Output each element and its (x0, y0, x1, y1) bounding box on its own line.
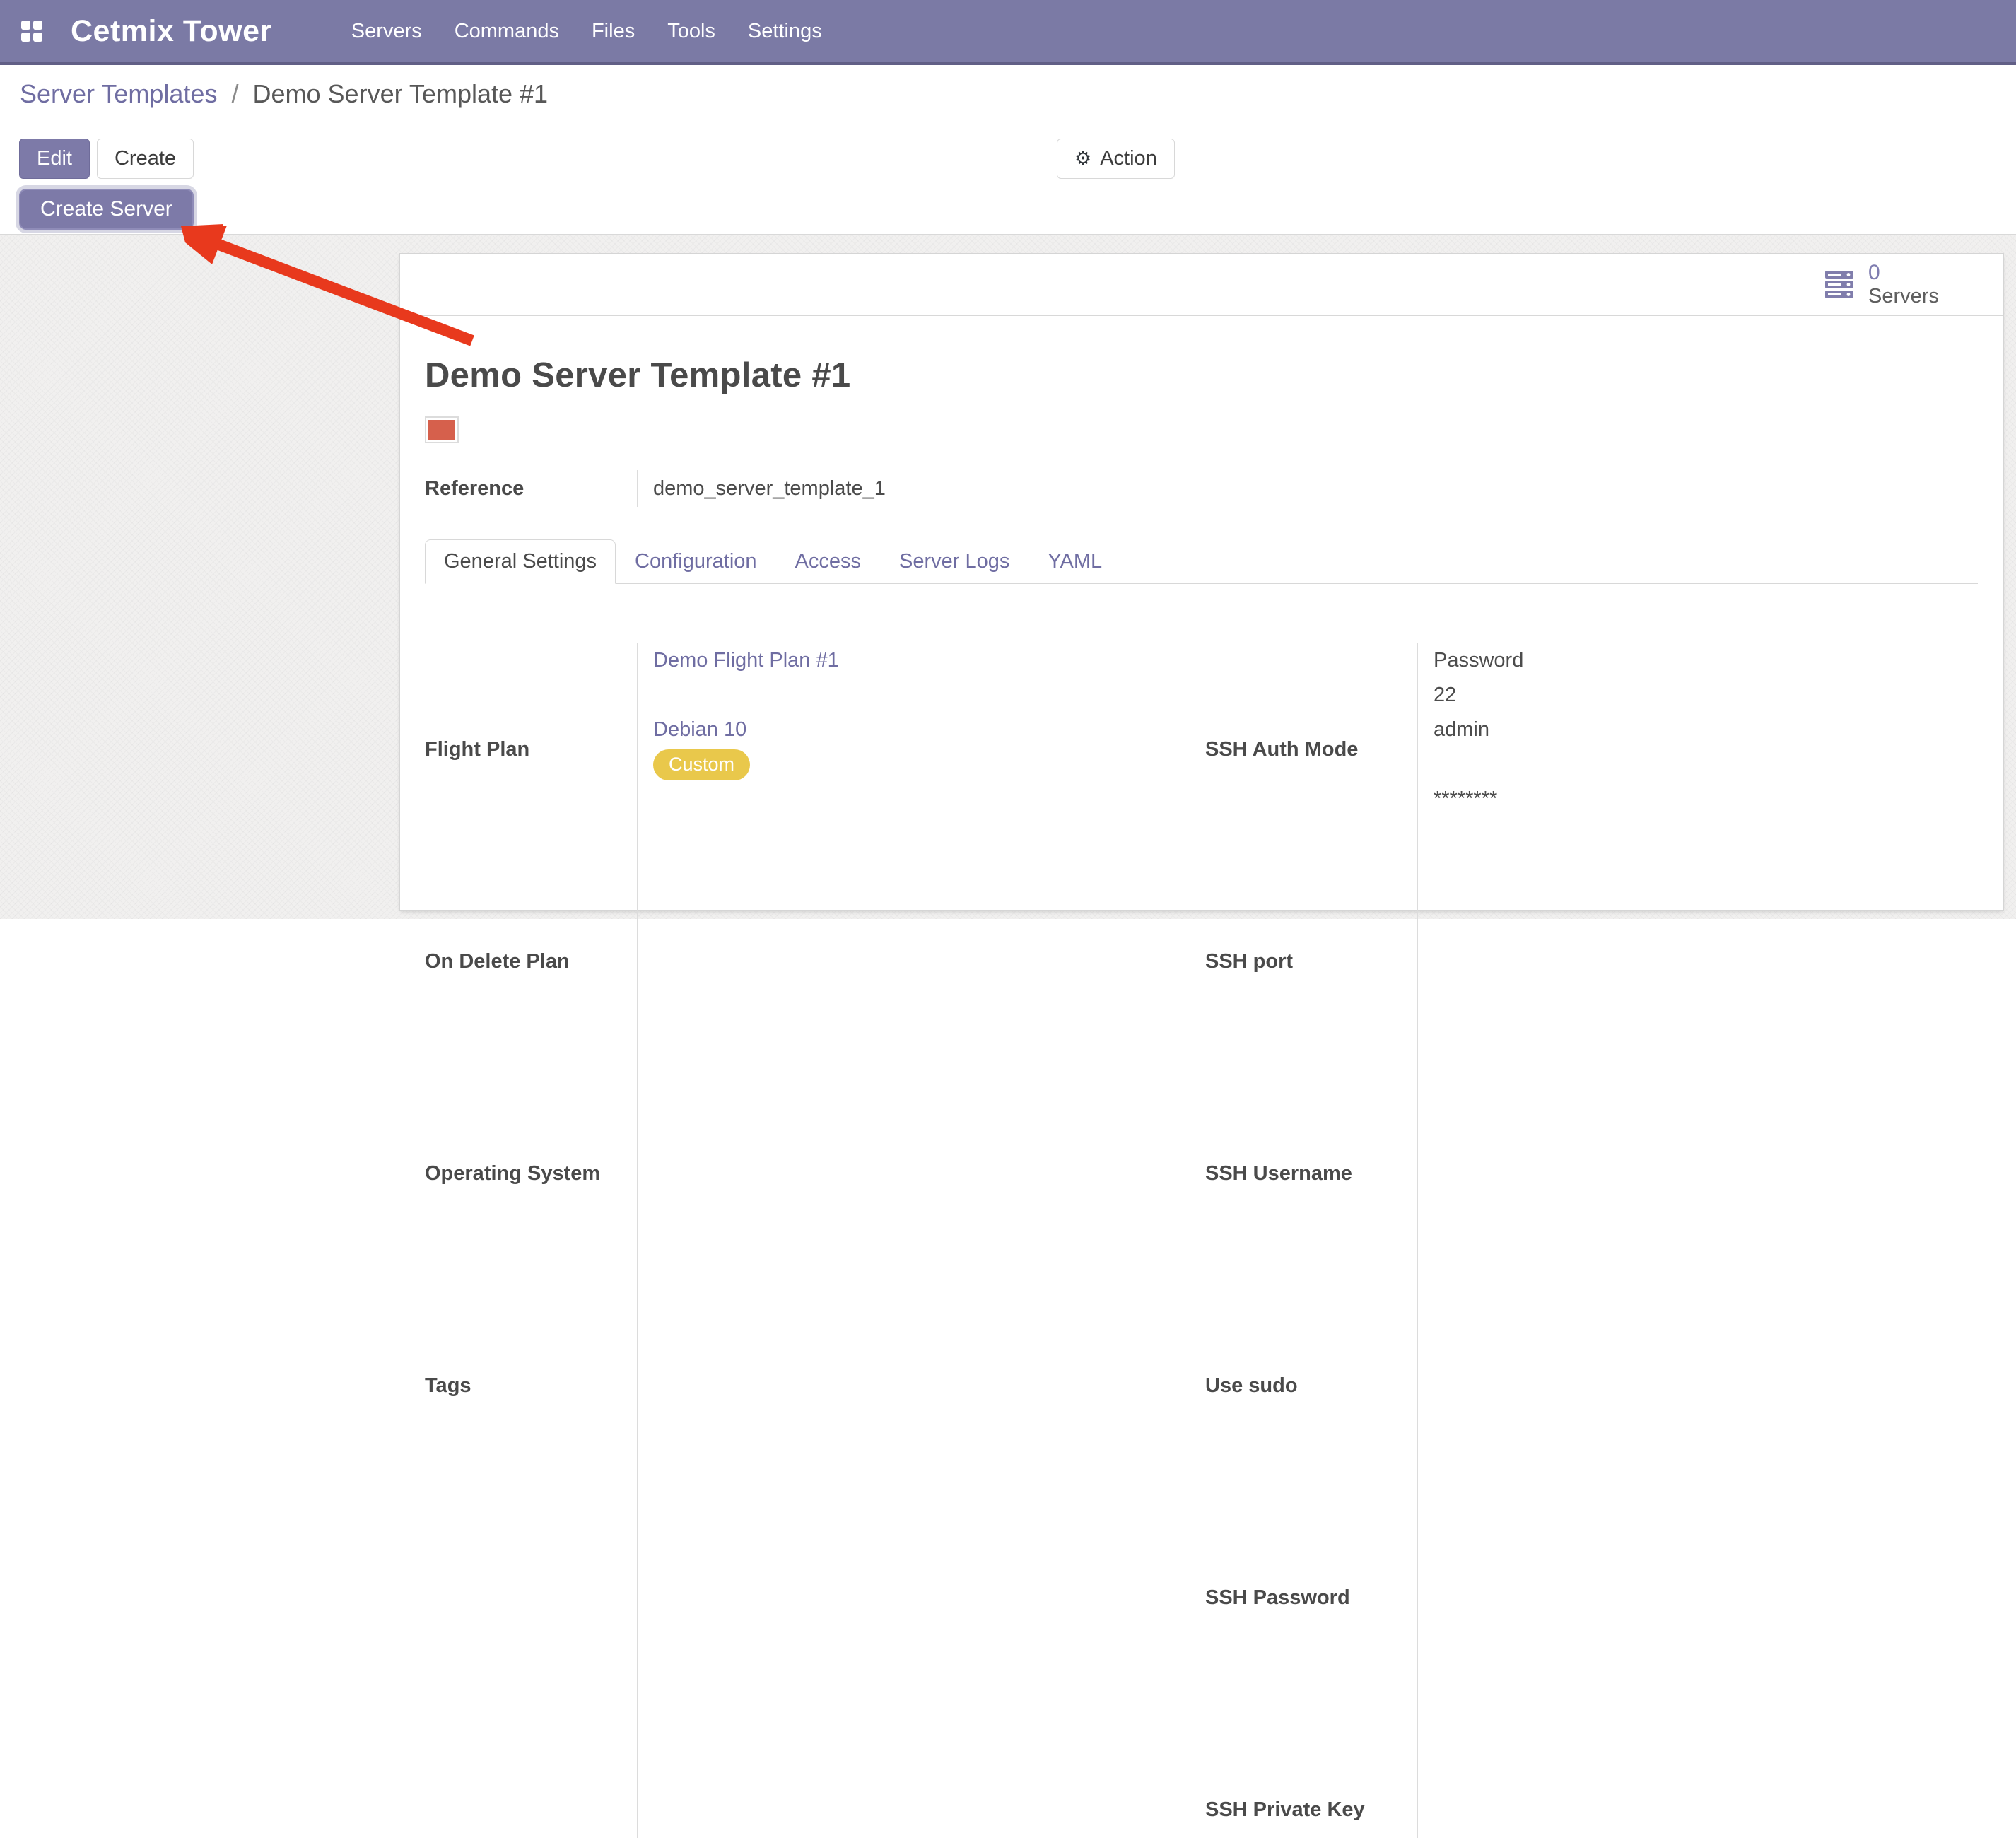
ssh-auth-mode-label: SSH Auth Mode (1205, 643, 1417, 855)
nav-item-files[interactable]: Files (592, 20, 635, 43)
servers-stack-icon (1824, 270, 1856, 300)
field-group-left: Flight Plan On Delete Plan Operating Sys… (425, 643, 1205, 1838)
server-template-form-card: 0 Servers Demo Server Template #1 Refere… (399, 253, 2004, 911)
operating-system-link[interactable]: Debian 10 (653, 718, 746, 742)
use-sudo-value (1434, 747, 1978, 782)
tags-value: Custom (653, 747, 1205, 782)
field-group-right: SSH Auth Mode SSH port SSH Username Use … (1205, 643, 1978, 1838)
operating-system-value: Debian 10 (653, 713, 1205, 747)
tab-configuration[interactable]: Configuration (616, 539, 776, 584)
flight-plan-link[interactable]: Demo Flight Plan #1 (653, 649, 839, 672)
nav-item-settings[interactable]: Settings (748, 20, 822, 43)
ssh-username-label: SSH Username (1205, 1067, 1417, 1280)
on-delete-plan-value (653, 678, 1205, 713)
nav-item-servers[interactable]: Servers (351, 20, 422, 43)
edit-button[interactable]: Edit (19, 139, 90, 179)
ssh-private-key-label: SSH Private Key (1205, 1704, 1417, 1838)
servers-count-label: Servers (1868, 285, 1939, 308)
breadcrumb: Server Templates / Demo Server Template … (20, 79, 548, 109)
servers-stat-button[interactable]: 0 Servers (1807, 254, 2003, 315)
create-server-button[interactable]: Create Server (19, 189, 194, 230)
ssh-auth-mode-value: Password (1434, 643, 1978, 678)
page: Cetmix Tower Servers Commands Files Tool… (0, 0, 2016, 919)
ssh-password-label: SSH Password (1205, 1492, 1417, 1704)
ssh-username-value: admin (1434, 713, 1978, 747)
action-button-label: Action (1100, 146, 1157, 171)
nav-item-commands[interactable]: Commands (455, 20, 559, 43)
breadcrumb-parent-link[interactable]: Server Templates (20, 79, 217, 108)
status-bar: Create Server (0, 185, 2016, 235)
main-menu: Servers Commands Files Tools Settings (351, 20, 822, 43)
action-button[interactable]: ⚙ Action (1057, 139, 1175, 179)
field-groups: Flight Plan On Delete Plan Operating Sys… (425, 643, 1978, 1838)
flight-plan-label: Flight Plan (425, 643, 637, 855)
tab-general-settings[interactable]: General Settings (425, 539, 616, 584)
reference-value: demo_server_template_1 (637, 470, 886, 507)
tab-server-logs[interactable]: Server Logs (880, 539, 1028, 584)
notebook-tabs: General Settings Configuration Access Se… (425, 539, 1978, 584)
tags-label: Tags (425, 1280, 637, 1492)
content-area: 0 Servers Demo Server Template #1 Refere… (0, 235, 2016, 919)
use-sudo-label: Use sudo (1205, 1280, 1417, 1492)
ssh-port-label: SSH port (1205, 855, 1417, 1067)
tab-yaml[interactable]: YAML (1028, 539, 1121, 584)
flight-plan-value: Demo Flight Plan #1 (653, 643, 1205, 678)
reference-label: Reference (425, 477, 637, 501)
control-panel: Server Templates / Demo Server Template … (0, 65, 2016, 185)
ssh-private-key-value (1434, 816, 1978, 851)
nav-item-tools[interactable]: Tools (667, 20, 715, 43)
tag-custom: Custom (653, 749, 750, 780)
breadcrumb-separator: / (231, 79, 238, 108)
app-brand[interactable]: Cetmix Tower (71, 14, 272, 49)
apps-grid-icon[interactable] (21, 21, 42, 42)
tab-access[interactable]: Access (776, 539, 880, 584)
record-title: Demo Server Template #1 (425, 356, 1978, 395)
top-navbar: Cetmix Tower Servers Commands Files Tool… (0, 0, 2016, 65)
record-buttons: Edit Create (19, 139, 194, 179)
operating-system-label: Operating System (425, 1067, 637, 1280)
breadcrumb-current: Demo Server Template #1 (253, 79, 549, 108)
form-sheet: Demo Server Template #1 Reference demo_s… (400, 316, 2003, 1838)
create-button[interactable]: Create (97, 139, 194, 179)
reference-row: Reference demo_server_template_1 (425, 470, 1978, 507)
card-header: 0 Servers (400, 254, 2003, 316)
servers-count: 0 (1868, 261, 1939, 286)
on-delete-plan-label: On Delete Plan (425, 855, 637, 1067)
ssh-port-value: 22 (1434, 678, 1978, 713)
ssh-password-value: ******** (1434, 782, 1978, 816)
color-swatch (425, 416, 459, 443)
gear-icon: ⚙ (1074, 149, 1091, 168)
